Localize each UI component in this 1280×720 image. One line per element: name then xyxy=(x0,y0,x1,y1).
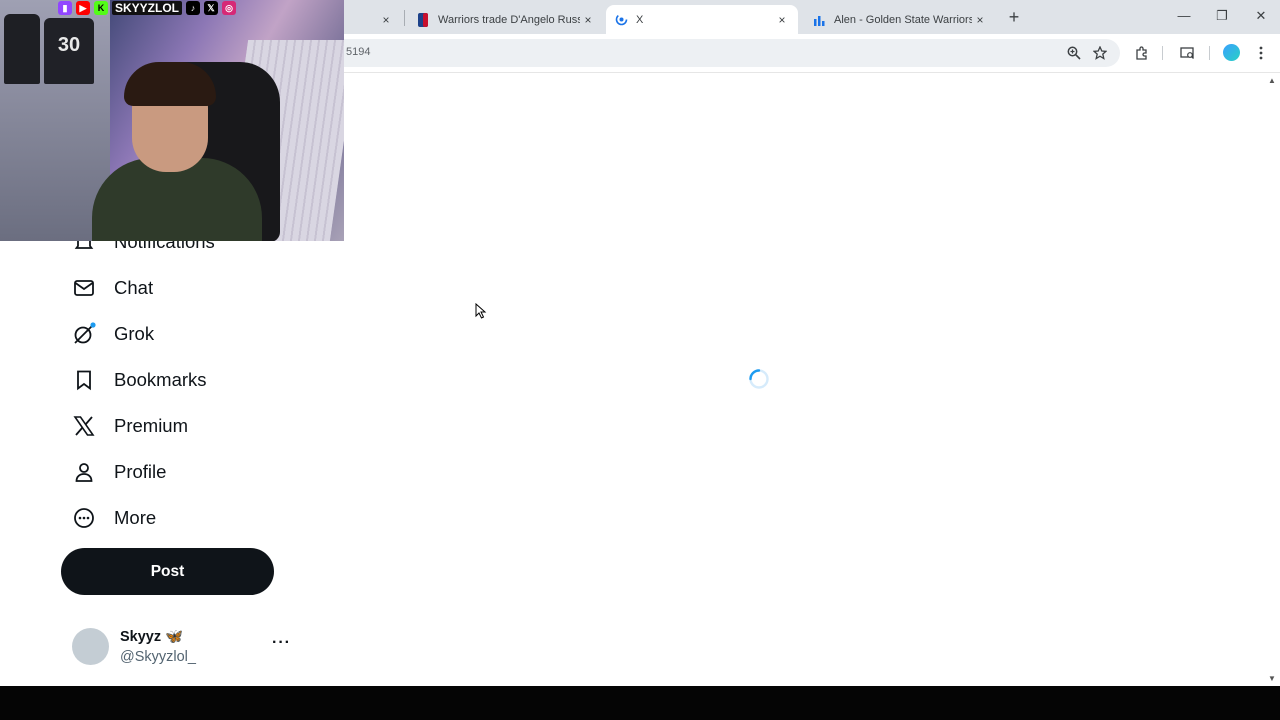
tab-divider xyxy=(404,10,405,26)
sidebar-item-label: More xyxy=(114,507,157,528)
address-bar[interactable]: 5194 xyxy=(330,39,1120,67)
webcam-jersey xyxy=(4,14,40,84)
zoom-icon[interactable] xyxy=(1064,43,1084,63)
sidebar-item-chat[interactable]: Chat xyxy=(72,274,153,302)
tab-title: Alen - Golden State Warriors Po xyxy=(834,13,972,26)
sidebar-item-label: Premium xyxy=(114,415,189,436)
person-icon xyxy=(72,460,96,484)
toolbar-divider xyxy=(1162,46,1163,60)
sidebar-item-label: Bookmarks xyxy=(114,369,207,390)
webcam-overlay: 30 ▮ ▶ K SKYYZLOL ♪ 𝕏 ◎ xyxy=(0,0,344,241)
tab-close-icon[interactable]: × xyxy=(774,13,790,27)
webcam-jersey: 30 xyxy=(44,18,94,84)
sidebar-item-grok[interactable]: Grok xyxy=(72,320,154,348)
analytics-favicon-icon xyxy=(812,13,826,27)
scroll-down-arrow-icon[interactable]: ▼ xyxy=(1268,674,1276,683)
tab-title: X xyxy=(636,13,644,26)
browser-tab[interactable]: Alen - Golden State Warriors Po × xyxy=(804,5,996,34)
tab-close-icon[interactable]: × xyxy=(580,13,596,27)
loading-favicon-icon xyxy=(614,13,628,27)
tab-close-icon[interactable]: × xyxy=(972,13,988,27)
social-badges: ▮ ▶ K SKYYZLOL ♪ 𝕏 ◎ xyxy=(58,0,237,16)
sidebar-item-label: Grok xyxy=(114,323,155,344)
bookmark-star-icon[interactable] xyxy=(1090,43,1110,63)
tab-close-icon[interactable]: × xyxy=(378,13,394,27)
nba-favicon-icon xyxy=(416,12,430,27)
loading-spinner-icon xyxy=(749,369,769,389)
more-circle-icon xyxy=(72,506,96,530)
browser-tab-active[interactable]: X × xyxy=(606,5,798,34)
account-display-name: Skyyz 🦋 xyxy=(120,629,184,645)
sidebar-item-label: Profile xyxy=(114,461,167,482)
kick-icon: K xyxy=(94,1,108,15)
webcam-streamer-hair xyxy=(124,62,216,106)
minimize-button[interactable]: — xyxy=(1174,8,1194,26)
sidebar-item-more[interactable]: More xyxy=(72,504,156,532)
x-logo-icon xyxy=(72,414,96,438)
window-close-button[interactable]: ✕ xyxy=(1251,8,1271,26)
bookmark-icon xyxy=(72,368,96,392)
kebab-menu-icon[interactable] xyxy=(1251,43,1271,63)
youtube-icon: ▶ xyxy=(76,1,90,15)
grok-icon xyxy=(72,322,96,346)
scroll-up-arrow-icon[interactable]: ▲ xyxy=(1268,76,1276,85)
restore-button[interactable]: ❐ xyxy=(1212,8,1232,26)
extensions-icon[interactable] xyxy=(1132,43,1152,63)
streamer-name: SKYYZLOL xyxy=(112,1,183,15)
stream-bottom-bar xyxy=(0,686,1280,720)
tab-title: Warriors trade D'Angelo Russell xyxy=(438,13,580,26)
x-icon: 𝕏 xyxy=(204,1,219,15)
sidebar-item-label: Chat xyxy=(114,277,154,298)
post-button[interactable]: Post xyxy=(61,548,274,595)
sidebar-item-premium[interactable]: Premium xyxy=(72,412,188,440)
avatar xyxy=(72,628,109,665)
browser-tab[interactable]: Warriors trade D'Angelo Russell × xyxy=(408,5,604,34)
sidebar-item-profile[interactable]: Profile xyxy=(72,458,166,486)
account-more-icon[interactable]: ··· xyxy=(272,634,291,652)
sidebar-item-bookmarks[interactable]: Bookmarks xyxy=(72,366,207,394)
profile-avatar-icon[interactable] xyxy=(1223,44,1240,61)
tab-search-icon[interactable] xyxy=(1177,43,1197,63)
account-switcher[interactable]: Skyyz 🦋 @Skyyzlol_ ··· xyxy=(72,627,292,667)
instagram-icon: ◎ xyxy=(222,1,237,15)
envelope-icon xyxy=(72,276,96,300)
toolbar-divider xyxy=(1209,46,1210,60)
url-text[interactable]: 5194 xyxy=(346,46,370,58)
twitch-icon: ▮ xyxy=(58,1,72,15)
mouse-cursor-icon xyxy=(475,303,487,319)
new-tab-button[interactable]: + xyxy=(1004,8,1024,26)
tiktok-icon: ♪ xyxy=(186,1,201,15)
account-handle: @Skyyzlol_ xyxy=(120,649,196,665)
